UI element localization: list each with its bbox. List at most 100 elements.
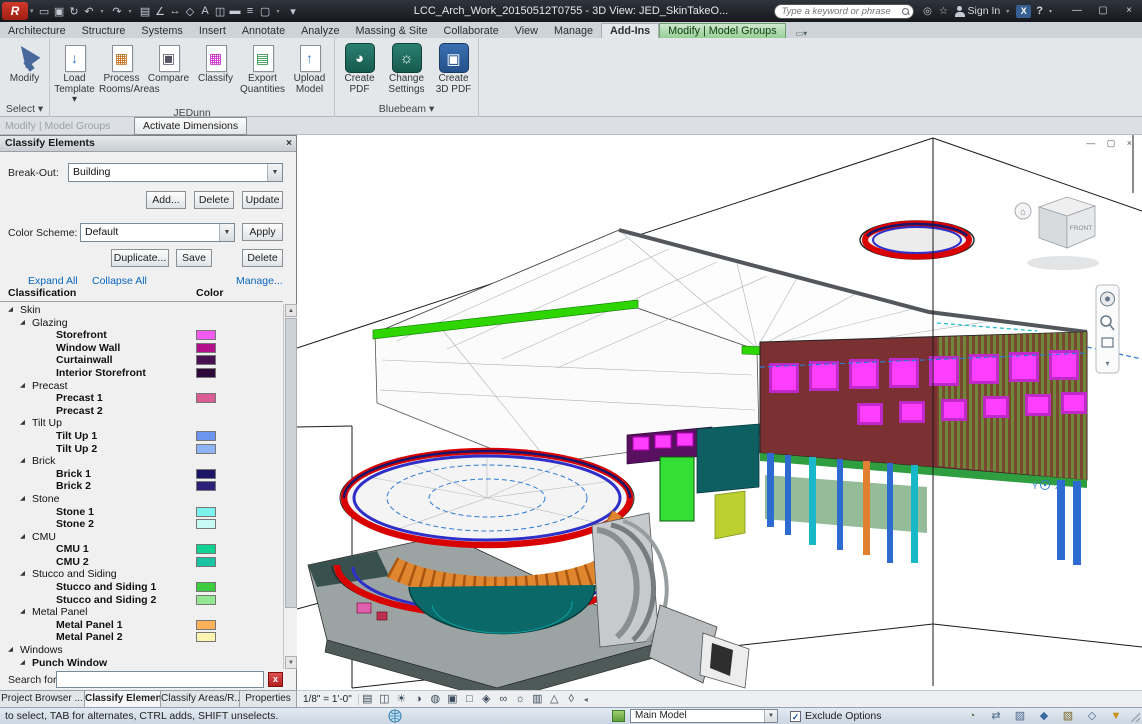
scroll-left-icon[interactable]: ◂ — [584, 695, 588, 704]
tree-item-brick-2[interactable]: Brick 2 — [0, 480, 283, 493]
resize-grip[interactable] — [1130, 712, 1140, 722]
help-arrow-icon[interactable]: ▾ — [1049, 8, 1052, 15]
customize-qat-icon[interactable]: ▾ — [286, 5, 301, 18]
export-quantities-button[interactable]: ExportQuantities — [239, 40, 286, 100]
create-pdf-button[interactable]: Create PDF — [336, 40, 383, 100]
delete-button[interactable]: Delete — [194, 191, 234, 209]
expand-arrow-icon[interactable]: ◢ — [20, 657, 32, 669]
create-3d-pdf-button[interactable]: Create 3D PDF — [430, 40, 477, 100]
change-settings-button[interactable]: ChangeSettings — [383, 40, 430, 100]
chevron-down-icon[interactable]: ▼ — [219, 224, 234, 241]
color-swatch[interactable] — [196, 582, 216, 592]
navigation-bar[interactable]: ▾ — [1096, 285, 1119, 373]
tree-item-stucco-and-siding-2[interactable]: Stucco and Siding 2 — [0, 594, 283, 607]
tree-item-windows[interactable]: ◢Windows — [0, 644, 283, 657]
apply-button[interactable]: Apply — [242, 223, 283, 241]
update-button[interactable]: Update — [242, 191, 283, 209]
classification-tree[interactable]: ◢Skin◢GlazingStorefrontWindow WallCurtai… — [0, 304, 283, 669]
view-cube[interactable]: FRONT ⌂ — [1015, 197, 1099, 270]
color-swatch[interactable] — [196, 355, 216, 365]
duplicate-button[interactable]: Duplicate... — [111, 249, 169, 267]
view-minimize-icon[interactable]: — — [1086, 138, 1095, 148]
color-swatch[interactable] — [196, 469, 216, 479]
upload-model-button[interactable]: UploadModel — [286, 40, 333, 100]
application-menu-arrow-icon[interactable]: ▾ — [30, 7, 34, 15]
view-cube-front-label[interactable]: FRONT — [1070, 225, 1092, 232]
print-icon[interactable]: ▤ — [138, 5, 153, 18]
delete-scheme-button[interactable]: Delete — [242, 249, 283, 267]
panel-tab-classify-elements[interactable]: Classify Elements — [85, 691, 161, 708]
measure-icon[interactable]: ∠ — [153, 5, 168, 18]
tree-item-stucco-and-siding[interactable]: ◢Stucco and Siding — [0, 568, 283, 581]
sync-with-central-icon[interactable]: ↻ — [67, 5, 82, 18]
tree-item-cmu-2[interactable]: CMU 2 — [0, 556, 283, 569]
temporary-view-properties-icon[interactable]: ▥ — [529, 691, 546, 707]
expand-arrow-icon[interactable]: ◢ — [20, 455, 32, 468]
navbar-chevron-icon[interactable]: ▾ — [1105, 359, 1109, 368]
clear-search-button[interactable]: x — [268, 672, 283, 687]
tab-view[interactable]: View — [507, 24, 546, 38]
tab-add-ins[interactable]: Add-Ins — [601, 23, 659, 38]
tree-item-metal-panel[interactable]: ◢Metal Panel — [0, 606, 283, 619]
sun-path-icon[interactable]: ☀ — [393, 691, 410, 707]
favorites-icon[interactable]: ☆ — [936, 6, 952, 17]
sign-in-button[interactable]: Sign In — [968, 5, 1001, 17]
sign-in-arrow-icon[interactable]: ▾ — [1006, 8, 1009, 15]
color-swatch[interactable] — [196, 343, 216, 353]
tab-collaborate[interactable]: Collaborate — [436, 24, 507, 38]
undo-icon-arrow[interactable]: ▾ — [95, 8, 110, 15]
expand-arrow-icon[interactable]: ◢ — [20, 380, 32, 393]
highlight-displacement-sets-icon[interactable]: ◊ — [563, 691, 580, 707]
scroll-up-icon[interactable]: ▲ — [285, 304, 297, 317]
collapse-all-link[interactable]: Collapse All — [92, 275, 147, 287]
classify-button[interactable]: Classify — [192, 40, 239, 100]
manage-link[interactable]: Manage... — [236, 275, 283, 287]
compare-button[interactable]: Compare — [145, 40, 192, 100]
expand-arrow-icon[interactable]: ◢ — [8, 644, 20, 657]
temporary-hide-isolate-icon[interactable]: ∞ — [495, 691, 512, 707]
expand-arrow-icon[interactable]: ◢ — [20, 606, 32, 619]
crop-view-icon[interactable]: ▣ — [444, 691, 461, 707]
background-processes-icon[interactable]: ◔ — [960, 709, 984, 724]
tree-item-punch-window[interactable]: ◢Punch Window — [0, 657, 283, 669]
close-button[interactable]: × — [1116, 0, 1142, 22]
close-icon[interactable]: × — [286, 136, 292, 151]
panel-tab-project-browser[interactable]: Project Browser ... — [0, 691, 85, 708]
tree-item-precast-1[interactable]: Precast 1 — [0, 392, 283, 405]
color-swatch[interactable] — [196, 444, 216, 454]
search-input[interactable] — [782, 6, 897, 17]
tree-item-stone[interactable]: ◢Stone — [0, 493, 283, 506]
tab-architecture[interactable]: Architecture — [0, 24, 74, 38]
tree-scrollbar[interactable]: ▲ ▼ — [283, 304, 297, 669]
view-restore-icon[interactable]: ▢ — [1107, 138, 1116, 148]
select-pinned-icon[interactable]: ◆ — [1032, 709, 1056, 724]
drawing-area[interactable]: FRONT ⌂ ▾ Y X — [297, 135, 1142, 707]
activate-dimensions-button[interactable]: Activate Dimensions — [134, 117, 247, 135]
thin-lines-icon[interactable]: ≡ — [243, 5, 258, 17]
color-swatch[interactable] — [196, 393, 216, 403]
expand-arrow-icon[interactable]: ◢ — [20, 417, 32, 430]
load-template-button[interactable]: LoadTemplate ▾ — [51, 40, 98, 107]
panel-tab-classify-areas-r[interactable]: Classify Areas/R... — [161, 691, 240, 708]
add-button[interactable]: Add... — [146, 191, 186, 209]
scroll-down-icon[interactable]: ▼ — [285, 656, 297, 669]
tree-item-brick[interactable]: ◢Brick — [0, 455, 283, 468]
view-scale-button[interactable]: 1/8" = 1'-0" — [297, 694, 359, 705]
default-3d-view-icon[interactable]: ◫ — [213, 5, 228, 18]
expand-arrow-icon[interactable]: ◢ — [20, 493, 32, 506]
color-swatch[interactable] — [196, 595, 216, 605]
tree-item-tilt-up[interactable]: ◢Tilt Up — [0, 417, 283, 430]
chevron-down-icon[interactable]: ▼ — [267, 164, 282, 181]
tree-item-glazing[interactable]: ◢Glazing — [0, 317, 283, 330]
save-button[interactable]: Save — [176, 249, 212, 267]
show-rendering-dialog-icon[interactable]: ◍ — [427, 691, 444, 707]
exclude-options-checkbox[interactable]: ✓ — [790, 711, 801, 722]
select-underlay-icon[interactable]: ▨ — [1008, 709, 1032, 724]
exclude-options-control[interactable]: ✓ Exclude Options — [790, 710, 881, 722]
visual-style-icon[interactable]: ◫ — [376, 691, 393, 707]
tree-item-metal-panel-1[interactable]: Metal Panel 1 — [0, 619, 283, 632]
tag-by-category-icon[interactable]: ◇ — [183, 5, 198, 18]
drag-on-selection-icon[interactable]: ◇ — [1080, 709, 1104, 724]
switch-windows-icon-arrow[interactable]: ▾ — [271, 8, 286, 15]
tree-item-precast-2[interactable]: Precast 2 — [0, 405, 283, 418]
